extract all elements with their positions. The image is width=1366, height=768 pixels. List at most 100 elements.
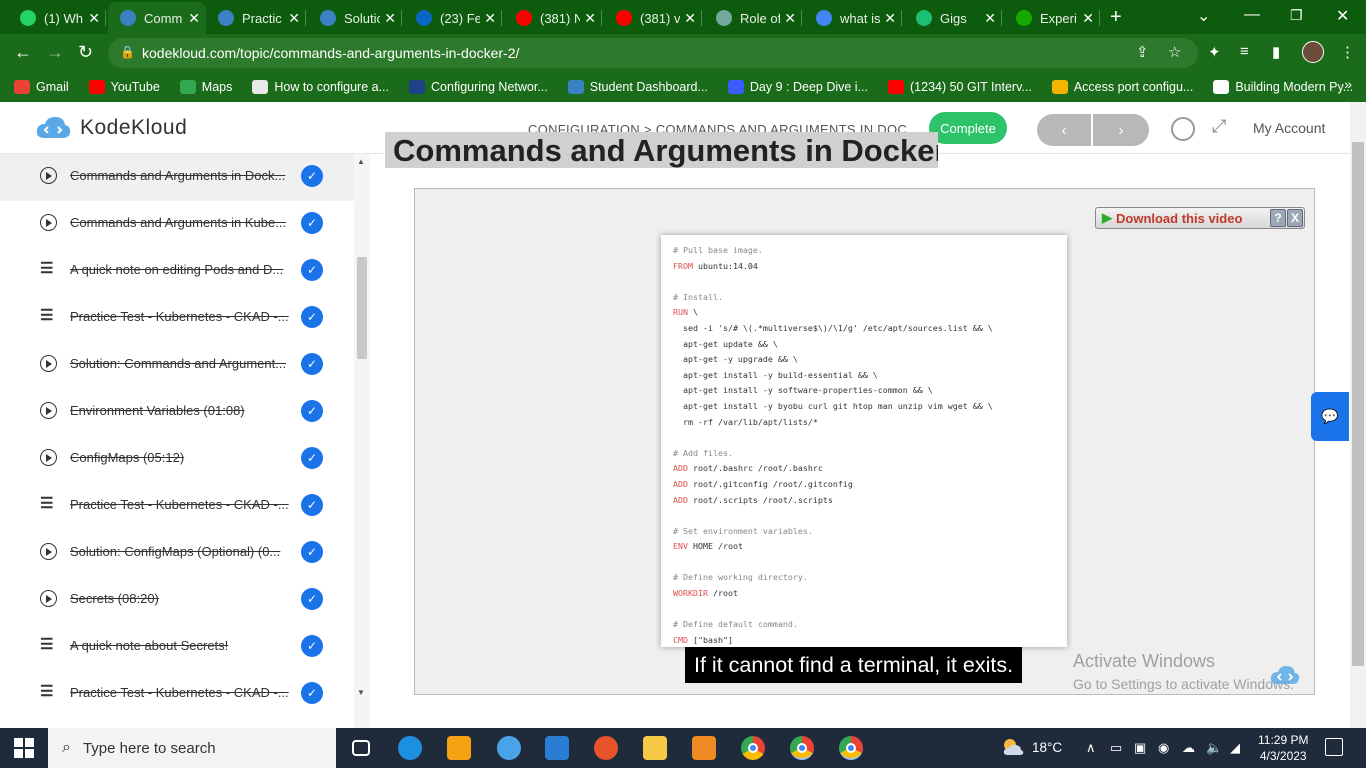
- brave-like-icon[interactable]: [594, 736, 618, 760]
- taskbar-search-box[interactable]: ⌕ Type here to search: [48, 728, 336, 768]
- chat-widget-button[interactable]: 💬: [1311, 392, 1349, 441]
- browser-tab[interactable]: Role of ✕: [704, 2, 802, 34]
- lesson-item[interactable]: ☰ A quick note on editing Pods and D... ✓: [0, 248, 354, 295]
- chrome-profile-2-icon[interactable]: [839, 736, 863, 760]
- lesson-item[interactable]: ConfigMaps (05:12) ✓: [0, 436, 354, 483]
- lesson-item[interactable]: Secrets (08:20) ✓: [0, 577, 354, 624]
- browser-tab[interactable]: (23) Fe ✕: [404, 2, 502, 34]
- close-tab-icon[interactable]: ✕: [884, 10, 896, 27]
- fullscreen-icon[interactable]: ⤢: [1212, 116, 1226, 137]
- side-panel-icon[interactable]: ▮: [1272, 43, 1280, 61]
- windows-start-icon[interactable]: [14, 738, 34, 758]
- close-tab-icon[interactable]: ✕: [384, 10, 396, 27]
- close-download-icon[interactable]: X: [1287, 209, 1303, 227]
- battery-icon[interactable]: ▭: [1110, 740, 1122, 756]
- next-lesson-button[interactable]: ›: [1093, 114, 1149, 146]
- extensions-icon[interactable]: ✦: [1208, 43, 1221, 61]
- meet-now-icon[interactable]: ▣: [1134, 740, 1146, 756]
- scroll-up-arrow-icon[interactable]: ▲: [357, 157, 365, 166]
- settings-orange-icon[interactable]: [692, 736, 716, 760]
- close-tab-icon[interactable]: ✕: [684, 10, 696, 27]
- lesson-item[interactable]: Environment Variables (01:08) ✓: [0, 389, 354, 436]
- sidebar-scroll-thumb[interactable]: [357, 257, 367, 359]
- share-icon[interactable]: ⇪: [1136, 43, 1149, 61]
- new-tab-button[interactable]: +: [1110, 6, 1122, 29]
- dark-mode-toggle-icon[interactable]: [1171, 117, 1195, 141]
- close-tab-icon[interactable]: ✕: [1082, 10, 1094, 27]
- onedrive-icon[interactable]: ☁: [1182, 740, 1195, 756]
- help-icon[interactable]: ?: [1270, 209, 1286, 227]
- reload-button[interactable]: ↻: [78, 42, 93, 63]
- bookmark-item[interactable]: Access port configu...: [1051, 80, 1193, 94]
- restore-button[interactable]: ❐: [1290, 7, 1303, 24]
- browser-tab[interactable]: Practic ✕: [206, 2, 306, 34]
- taskbar-clock[interactable]: 11:29 PM 4/3/2023: [1258, 732, 1308, 764]
- lesson-item[interactable]: Solution: ConfigMaps (Optional) (0... ✓: [0, 530, 354, 577]
- sidebar-scrollbar[interactable]: ▲ ▼: [354, 154, 370, 728]
- video-player[interactable]: ▶ Download this video ? X # Pull base im…: [414, 188, 1315, 695]
- notification-center-icon[interactable]: [1325, 738, 1343, 756]
- minimize-button[interactable]: —: [1244, 6, 1260, 24]
- lesson-item[interactable]: Commands and Arguments in Kube... ✓: [0, 201, 354, 248]
- tab-search-icon[interactable]: ⌄: [1197, 6, 1210, 26]
- chrome-profile-1-icon[interactable]: [790, 736, 814, 760]
- address-bar[interactable]: 🔒 kodekloud.com/topic/commands-and-argum…: [108, 38, 1198, 68]
- bookmark-item[interactable]: Building Modern Py...: [1213, 80, 1353, 94]
- download-video-button[interactable]: ▶ Download this video ? X: [1095, 207, 1305, 229]
- lesson-item[interactable]: ☰ Practice Test - Kubernetes - CKAD -... ✓: [0, 671, 354, 718]
- lesson-item[interactable]: Commands and Arguments in Dock... ✓: [0, 154, 354, 201]
- page-scrollbar[interactable]: [1350, 102, 1366, 728]
- browser-tab[interactable]: what is ✕: [804, 2, 902, 34]
- media-controls-icon[interactable]: ≡: [1240, 43, 1249, 60]
- bookmark-item[interactable]: (1234) 50 GIT Interv...: [888, 80, 1032, 94]
- lesson-item[interactable]: ☰ A quick note about Secrets! ✓: [0, 624, 354, 671]
- previous-lesson-button[interactable]: ‹: [1037, 114, 1091, 146]
- browser-tab[interactable]: (381) N ✕: [504, 2, 602, 34]
- browser-tab[interactable]: Solutic ✕: [308, 2, 402, 34]
- complete-button[interactable]: Complete: [929, 112, 1007, 144]
- scroll-down-arrow-icon[interactable]: ▼: [357, 688, 365, 697]
- bookmark-item[interactable]: Student Dashboard...: [567, 80, 708, 94]
- close-tab-icon[interactable]: ✕: [88, 10, 100, 27]
- back-button[interactable]: ←: [14, 42, 32, 63]
- task-view-icon[interactable]: [352, 740, 370, 756]
- bookmark-item[interactable]: YouTube: [88, 80, 160, 94]
- close-tab-icon[interactable]: ✕: [188, 10, 200, 27]
- page-scroll-thumb[interactable]: [1352, 142, 1364, 666]
- lesson-item[interactable]: ☰ Practice Test - Kubernetes - CKAD -... ✓: [0, 295, 354, 342]
- browser-tab[interactable]: Comm ✕: [108, 2, 206, 34]
- lesson-item[interactable]: ☰ Practice Test - Kubernetes - CKAD -... ✓: [0, 483, 354, 530]
- close-tab-icon[interactable]: ✕: [288, 10, 300, 27]
- bookmark-item[interactable]: Configuring Networ...: [409, 80, 548, 94]
- chrome-icon[interactable]: [741, 736, 765, 760]
- my-account-link[interactable]: My Account: [1253, 120, 1325, 136]
- forward-button[interactable]: →: [46, 42, 64, 63]
- close-window-button[interactable]: ✕: [1336, 6, 1349, 26]
- browser-tab[interactable]: Experi ✕: [1004, 2, 1100, 34]
- bookmark-item[interactable]: Gmail: [14, 80, 69, 94]
- close-tab-icon[interactable]: ✕: [784, 10, 796, 27]
- wifi-icon[interactable]: ◢: [1230, 740, 1240, 756]
- volume-icon[interactable]: 🔈: [1206, 740, 1222, 756]
- close-tab-icon[interactable]: ✕: [484, 10, 496, 27]
- kodekloud-logo[interactable]: KodeKloud: [34, 114, 187, 142]
- lesson-item[interactable]: Solution: Commands and Argument... ✓: [0, 342, 354, 389]
- browser-tab[interactable]: (1) Wh ✕: [8, 2, 106, 34]
- mail-icon[interactable]: [545, 736, 569, 760]
- show-hidden-icons-icon[interactable]: ∧: [1086, 740, 1096, 756]
- chrome-menu-icon[interactable]: ⋮: [1340, 43, 1355, 61]
- bookmark-item[interactable]: How to configure a...: [252, 80, 389, 94]
- file-explorer-icon[interactable]: [643, 736, 667, 760]
- profile-avatar[interactable]: [1302, 41, 1324, 63]
- skype-like-icon[interactable]: [497, 736, 521, 760]
- close-tab-icon[interactable]: ✕: [984, 10, 996, 27]
- weather-icon[interactable]: [1000, 736, 1026, 758]
- bookmark-star-icon[interactable]: ☆: [1168, 43, 1181, 61]
- close-tab-icon[interactable]: ✕: [584, 10, 596, 27]
- webcam-icon[interactable]: ◉: [1158, 740, 1169, 756]
- store-icon[interactable]: [447, 736, 471, 760]
- browser-tab[interactable]: Gigs ✕: [904, 2, 1002, 34]
- bookmark-item[interactable]: Day 9 : Deep Dive i...: [727, 80, 868, 94]
- edge-icon[interactable]: [398, 736, 422, 760]
- bookmarks-overflow-icon[interactable]: »: [1344, 76, 1352, 92]
